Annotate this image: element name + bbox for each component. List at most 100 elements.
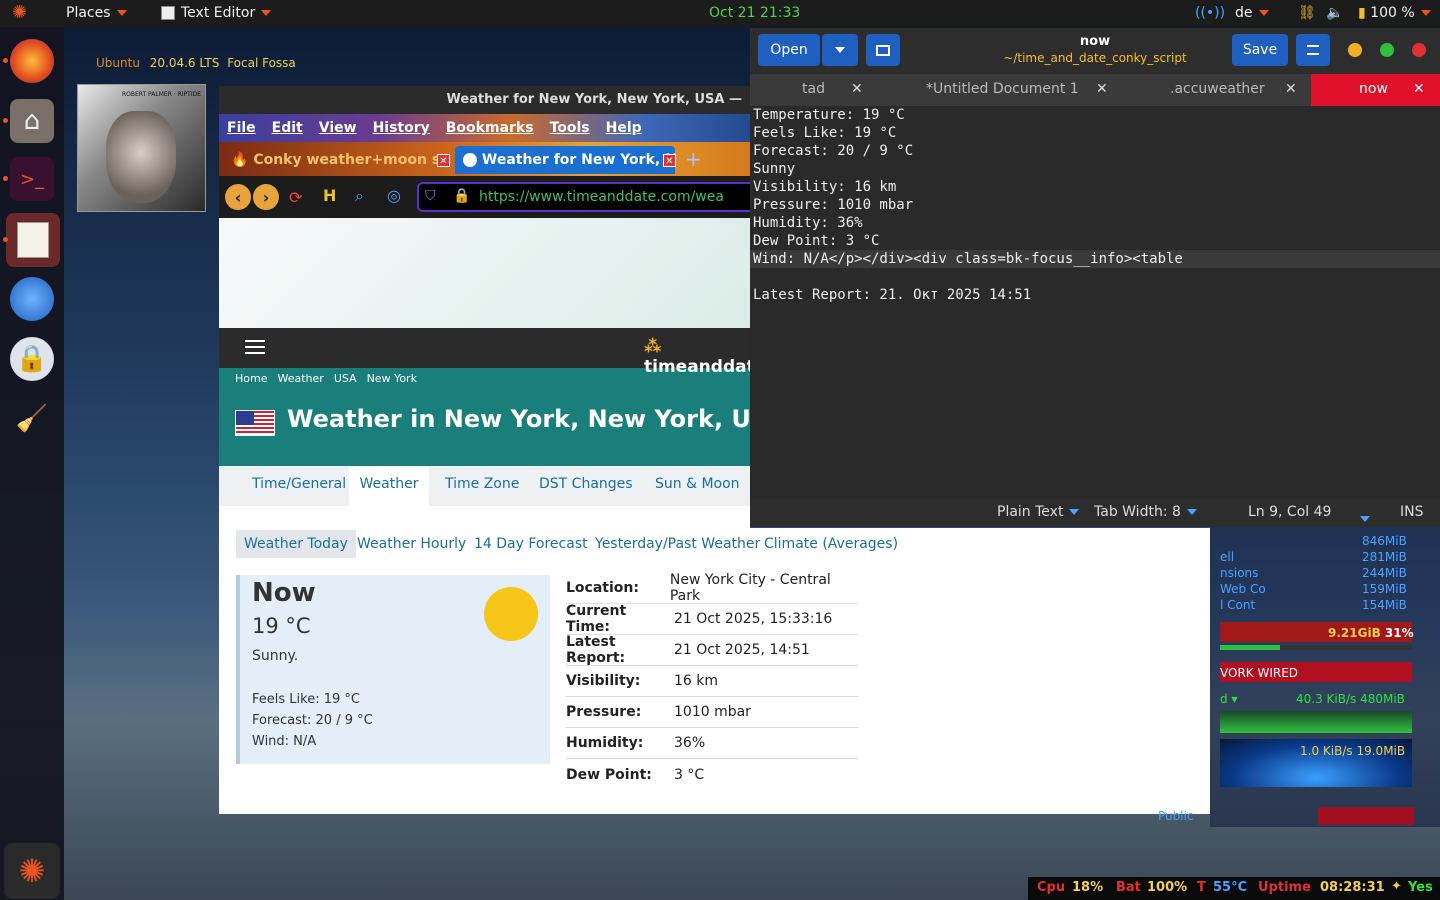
thunderbird-icon[interactable]	[10, 277, 54, 321]
places-menu[interactable]: Places	[66, 5, 127, 21]
tab-label: Weather for New York, N	[481, 152, 675, 168]
language-selector[interactable]: Plain Text	[997, 504, 1080, 520]
now-forecast: Forecast: 20 / 9 °C	[252, 713, 373, 728]
editor-headerbar[interactable]: Open now ~/time_and_date_conky_script Sa…	[750, 28, 1440, 74]
download-readout: 40.3 KiB/s 480MiB	[1296, 692, 1405, 706]
page-title: Weather in New York, New York, USA	[287, 405, 750, 433]
menu-tools[interactable]: Tools	[550, 120, 590, 136]
battery-label: 100 %	[1370, 5, 1415, 21]
proc-name: nsions	[1220, 566, 1259, 580]
clock[interactable]: Oct 21 21:33	[709, 5, 800, 21]
menu-history[interactable]: History	[373, 120, 430, 136]
tab-weather[interactable]: Weather	[349, 466, 429, 506]
globe-icon[interactable]: ◎	[387, 186, 401, 205]
detail-value: 21 Oct 2025, 14:51	[674, 642, 810, 658]
close-tab-icon[interactable]: ✕	[1096, 74, 1108, 106]
breadcrumb-weather[interactable]: Weather	[277, 372, 323, 385]
editor-textarea[interactable]: Temperature: 19 °C Feels Like: 19 °C For…	[750, 106, 1440, 499]
close-tab-icon[interactable]: ✕	[437, 154, 450, 167]
breadcrumb-home[interactable]: Home	[235, 372, 267, 385]
breadcrumb-usa[interactable]: USA	[334, 372, 357, 385]
keyboard-layout[interactable]: de	[1235, 5, 1269, 21]
update-status: Yes	[1408, 880, 1433, 895]
hamburger-menu-button[interactable]	[1296, 34, 1330, 66]
close-tab-icon[interactable]: ✕	[1285, 74, 1297, 106]
search-icon[interactable]: ⌕	[355, 186, 364, 206]
editor-tab-now[interactable]: now ✕	[1311, 74, 1440, 106]
editor-tab-tad[interactable]: tad	[802, 74, 825, 106]
menu-edit[interactable]: Edit	[272, 120, 303, 136]
battery-indicator[interactable]: ▮ 100 %	[1358, 5, 1431, 21]
tab-sun-moon[interactable]: Sun & Moon	[655, 466, 740, 506]
volume-icon[interactable]: 🔈	[1326, 5, 1343, 21]
tad-logo[interactable]: ⁂ timeanddate	[644, 337, 750, 377]
new-tab-icon[interactable]: +	[685, 147, 702, 171]
back-icon[interactable]: ‹	[225, 184, 251, 210]
table-row: Dew Point: 3 °C	[566, 759, 858, 790]
running-indicator	[3, 237, 8, 242]
link-weather-today[interactable]: Weather Today	[236, 530, 356, 558]
cpu-value: 18%	[1072, 880, 1104, 895]
link-14-day-forecast[interactable]: 14 Day Forecast	[474, 536, 588, 552]
reload-icon[interactable]: ⟳	[289, 188, 302, 207]
tab-time-zone[interactable]: Time Zone	[445, 466, 519, 506]
link-past-weather[interactable]: Yesterday/Past Weather	[595, 536, 760, 552]
tab-dst-changes[interactable]: DST Changes	[539, 466, 633, 506]
files-icon[interactable]: ⌂	[10, 99, 54, 143]
text-editor-icon[interactable]	[6, 213, 60, 267]
chevron-down-icon: ▾	[1231, 692, 1238, 706]
dock: ⌂ >_ 🔒 🧹 ✺	[0, 27, 64, 900]
network-icon[interactable]: ⛓	[1298, 5, 1316, 21]
app-menu[interactable]: Text Editor	[161, 5, 272, 21]
table-row: Humidity: 36%	[566, 728, 858, 759]
upload-total: 19.0MiB	[1356, 744, 1406, 758]
link-weather-hourly[interactable]: Weather Hourly	[357, 536, 466, 552]
home-h-icon[interactable]: H	[323, 186, 336, 205]
tab-time-general[interactable]: Time/General	[252, 466, 346, 506]
close-tab-icon[interactable]: ✕	[1413, 81, 1425, 97]
keyboard-label: de	[1235, 5, 1253, 21]
hamburger-menu-icon[interactable]	[245, 340, 265, 354]
close-icon[interactable]	[1412, 43, 1426, 57]
minimize-icon[interactable]	[1348, 43, 1362, 57]
browser-navbar: ‹ › ⟳ H ⌕ ◎ ⛉ 🔒 https://www.timeanddate.…	[219, 176, 750, 218]
menu-file[interactable]: File	[227, 120, 256, 136]
app-menu-label: Text Editor	[181, 5, 256, 21]
menu-help[interactable]: Help	[606, 120, 642, 136]
ubuntu-menu-icon[interactable]: ✺	[4, 843, 60, 899]
menu-view[interactable]: View	[319, 120, 357, 136]
flame-icon: 🔥	[231, 152, 249, 168]
ubuntu-logo-icon[interactable]: ✺	[12, 2, 27, 23]
forward-icon[interactable]: ›	[253, 184, 279, 210]
open-button[interactable]: Open	[758, 34, 820, 66]
close-tab-icon[interactable]: ✕	[663, 154, 676, 167]
breadcrumb-new-york[interactable]: New York	[367, 372, 417, 385]
new-document-icon	[876, 44, 890, 56]
chevron-down-icon[interactable]	[1360, 510, 1370, 526]
wireless-icon[interactable]: ((•))	[1195, 5, 1225, 21]
new-tab-button[interactable]	[866, 34, 900, 66]
open-menu-button[interactable]	[822, 34, 858, 66]
browser-tab-conky[interactable]: 🔥 Conky weather+moon sc	[223, 146, 451, 174]
url-bar[interactable]: ⛉ 🔒 https://www.timeanddate.com/wea	[417, 182, 750, 212]
browser-tab-weather[interactable]: Weather for New York, N	[455, 146, 675, 174]
os-name: Ubuntu	[96, 56, 140, 70]
tab-width-selector[interactable]: Tab Width: 8	[1094, 504, 1197, 520]
terminal-icon[interactable]: >_	[10, 157, 54, 201]
save-button[interactable]: Save	[1232, 34, 1288, 66]
firefox-icon[interactable]	[10, 39, 54, 83]
link-climate[interactable]: Climate (Averages)	[764, 536, 898, 552]
page-banner	[219, 218, 750, 328]
close-tab-icon[interactable]: ✕	[851, 74, 863, 106]
text-line: Dew Point: 3 °C	[753, 233, 880, 249]
keepassxc-icon[interactable]: 🔒	[10, 337, 54, 381]
editor-tab-untitled[interactable]: *Untitled Document 1	[926, 74, 1079, 106]
menu-bookmarks[interactable]: Bookmarks	[446, 120, 534, 136]
running-indicator	[3, 58, 8, 63]
editor-tab-accuweather[interactable]: .accuweather	[1170, 74, 1265, 106]
bleachbit-icon[interactable]: 🧹	[10, 397, 54, 441]
maximize-icon[interactable]	[1380, 43, 1394, 57]
browser-titlebar[interactable]: Weather for New York, New York, USA —	[219, 86, 750, 114]
cursor-position[interactable]: Ln 9, Col 49	[1248, 504, 1331, 520]
table-row: Location: New York City - Central Park	[566, 572, 858, 604]
